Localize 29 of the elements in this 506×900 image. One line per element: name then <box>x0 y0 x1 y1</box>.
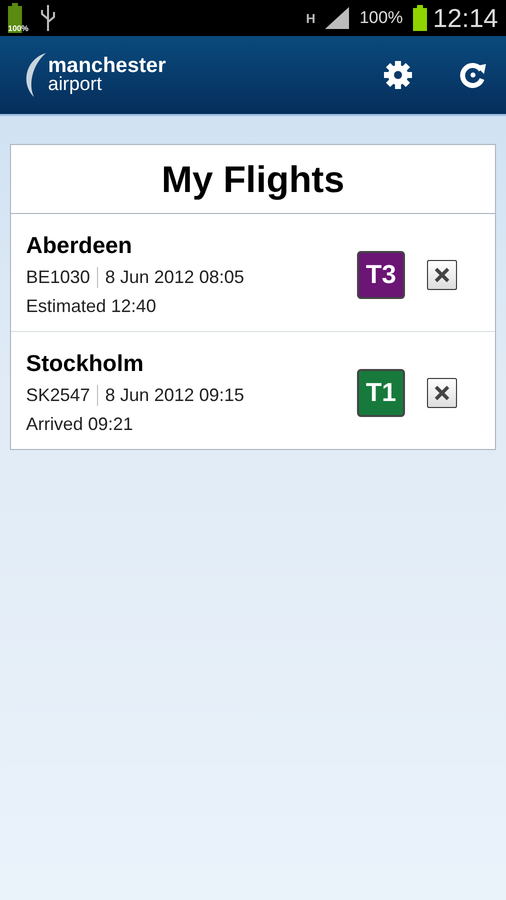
clock: 12:14 <box>432 2 498 34</box>
signal-icon <box>325 7 350 29</box>
network-type-text: H <box>306 10 316 26</box>
destination-city: Aberdeen <box>26 232 134 259</box>
flight-number: BE1030 <box>26 267 98 288</box>
flight-date: 8 Jun 2012 08:05 <box>105 267 244 288</box>
logo-text: manchester <box>48 56 166 75</box>
logo-text: airport <box>48 75 103 94</box>
battery-icon <box>412 5 427 31</box>
flight-status: Estimated 12:40 <box>26 296 158 317</box>
usb-icon <box>40 5 56 31</box>
remove-button[interactable] <box>427 260 457 290</box>
settings-icon <box>384 61 412 89</box>
destination-city: Stockholm <box>26 350 145 377</box>
terminal-badge: T1 <box>357 368 405 416</box>
page-title: My Flights <box>11 145 495 214</box>
refresh-icon <box>460 62 486 88</box>
flight-number: SK2547 <box>26 385 98 406</box>
flight-status: Arrived 09:21 <box>26 414 134 435</box>
flight-row[interactable]: Stockholm SK2547 8 Jun 2012 09:15 Arrived 09:21 T1 <box>11 332 495 449</box>
refresh-button[interactable] <box>460 62 486 88</box>
remove-button[interactable] <box>427 378 457 408</box>
close-icon <box>434 266 450 282</box>
close-icon <box>434 384 450 400</box>
flight-row[interactable]: Aberdeen BE1030 8 Jun 2012 08:05 Estimated 12:40 T3 <box>11 214 495 332</box>
battery-percent: 100% <box>359 8 403 28</box>
flight-date: 8 Jun 2012 09:15 <box>105 385 244 406</box>
settings-button[interactable] <box>384 61 412 89</box>
terminal-badge: T3 <box>357 250 405 298</box>
